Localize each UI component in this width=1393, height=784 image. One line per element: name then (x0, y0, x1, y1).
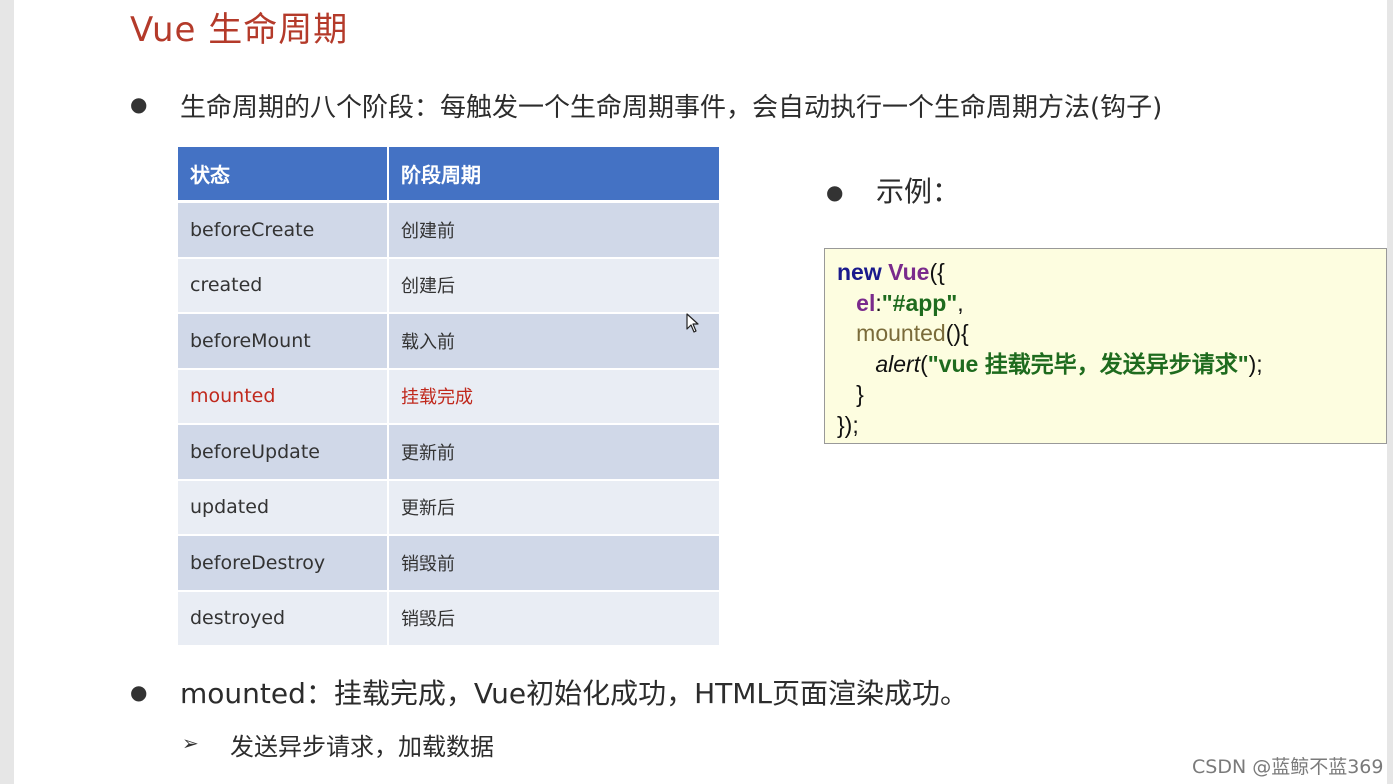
state-cell: mounted (178, 368, 389, 425)
bullet-dot: ● (130, 680, 148, 704)
code-example-box: new Vue({ el:"#app", mounted(){ alert("v… (824, 248, 1387, 444)
bullet-dot: ● (130, 92, 148, 116)
code-line: } (837, 379, 1374, 410)
state-cell: beforeMount (178, 313, 389, 370)
state-cell: updated (178, 479, 389, 536)
stage-cell: 挂载完成 (388, 368, 719, 425)
table-row: updated 更新后 (178, 479, 719, 536)
code-string: "vue 挂载完毕，发送异步请求" (927, 350, 1249, 377)
code-function: alert (875, 350, 921, 377)
stage-cell: 载入前 (388, 313, 719, 370)
code-punct: ({ (929, 259, 945, 285)
arrow-bullet-icon: ➢ (182, 731, 199, 755)
code-punct: , (957, 289, 964, 316)
state-cell: beforeUpdate (178, 424, 389, 481)
state-cell: destroyed (178, 590, 389, 647)
bullet-dot: ● (826, 180, 844, 204)
intro-bullet-text: 生命周期的八个阶段：每触发一个生命周期事件，会自动执行一个生命周期方法(钩子) (180, 93, 1163, 123)
code-keyword: new (837, 259, 882, 285)
code-line: mounted(){ (837, 318, 1374, 349)
mouse-pointer-icon (686, 313, 700, 337)
table-row: beforeMount 载入前 (178, 313, 719, 370)
stage-cell: 更新后 (388, 479, 719, 536)
code-punct: (){ (945, 320, 969, 347)
stage-cell: 更新前 (388, 424, 719, 481)
stage-cell: 销毁前 (388, 535, 719, 592)
mounted-note: mounted：挂载完成，Vue初始化成功，HTML页面渲染成功。 (180, 677, 969, 710)
state-cell: beforeDestroy (178, 535, 389, 592)
table-row: destroyed 销毁后 (178, 590, 719, 647)
table-row: created 创建后 (178, 257, 719, 314)
code-property: el (856, 289, 876, 316)
code-punct: } (856, 381, 864, 408)
table-row: beforeDestroy 销毁前 (178, 535, 719, 592)
code-line: }); (837, 410, 1374, 441)
table-header-row: 状态 阶段周期 (178, 147, 719, 203)
header-stage: 阶段周期 (388, 147, 719, 203)
table-row-highlighted: mounted 挂载完成 (178, 368, 719, 425)
code-line: new Vue({ (837, 257, 1374, 288)
code-line: alert("vue 挂载完毕，发送异步请求"); (837, 349, 1374, 380)
stage-cell: 创建后 (388, 257, 719, 314)
header-state: 状态 (178, 147, 389, 203)
sub-note: 发送异步请求，加载数据 (230, 733, 494, 761)
code-class: Vue (888, 259, 930, 285)
state-cell: created (178, 257, 389, 314)
state-cell: beforeCreate (178, 201, 389, 259)
table-row: beforeUpdate 更新前 (178, 424, 719, 481)
table-row: beforeCreate 创建前 (178, 201, 719, 259)
lifecycle-table: 状态 阶段周期 beforeCreate 创建前 created 创建后 bef… (178, 147, 719, 647)
code-string: "#app" (881, 289, 958, 316)
code-punct: ); (1248, 350, 1263, 377)
stage-cell: 销毁后 (388, 590, 719, 647)
right-border-strip (1387, 0, 1393, 784)
code-function: mounted (856, 320, 946, 347)
watermark: CSDN @蓝鲸不蓝369 (1192, 756, 1384, 778)
code-punct: ( (920, 350, 928, 377)
left-border-strip (0, 0, 14, 784)
slide-title: Vue 生命周期 (130, 10, 349, 50)
stage-cell: 创建前 (388, 201, 719, 259)
example-label: 示例： (876, 175, 961, 208)
code-punct: }); (837, 411, 859, 438)
code-line: el:"#app", (837, 288, 1374, 319)
